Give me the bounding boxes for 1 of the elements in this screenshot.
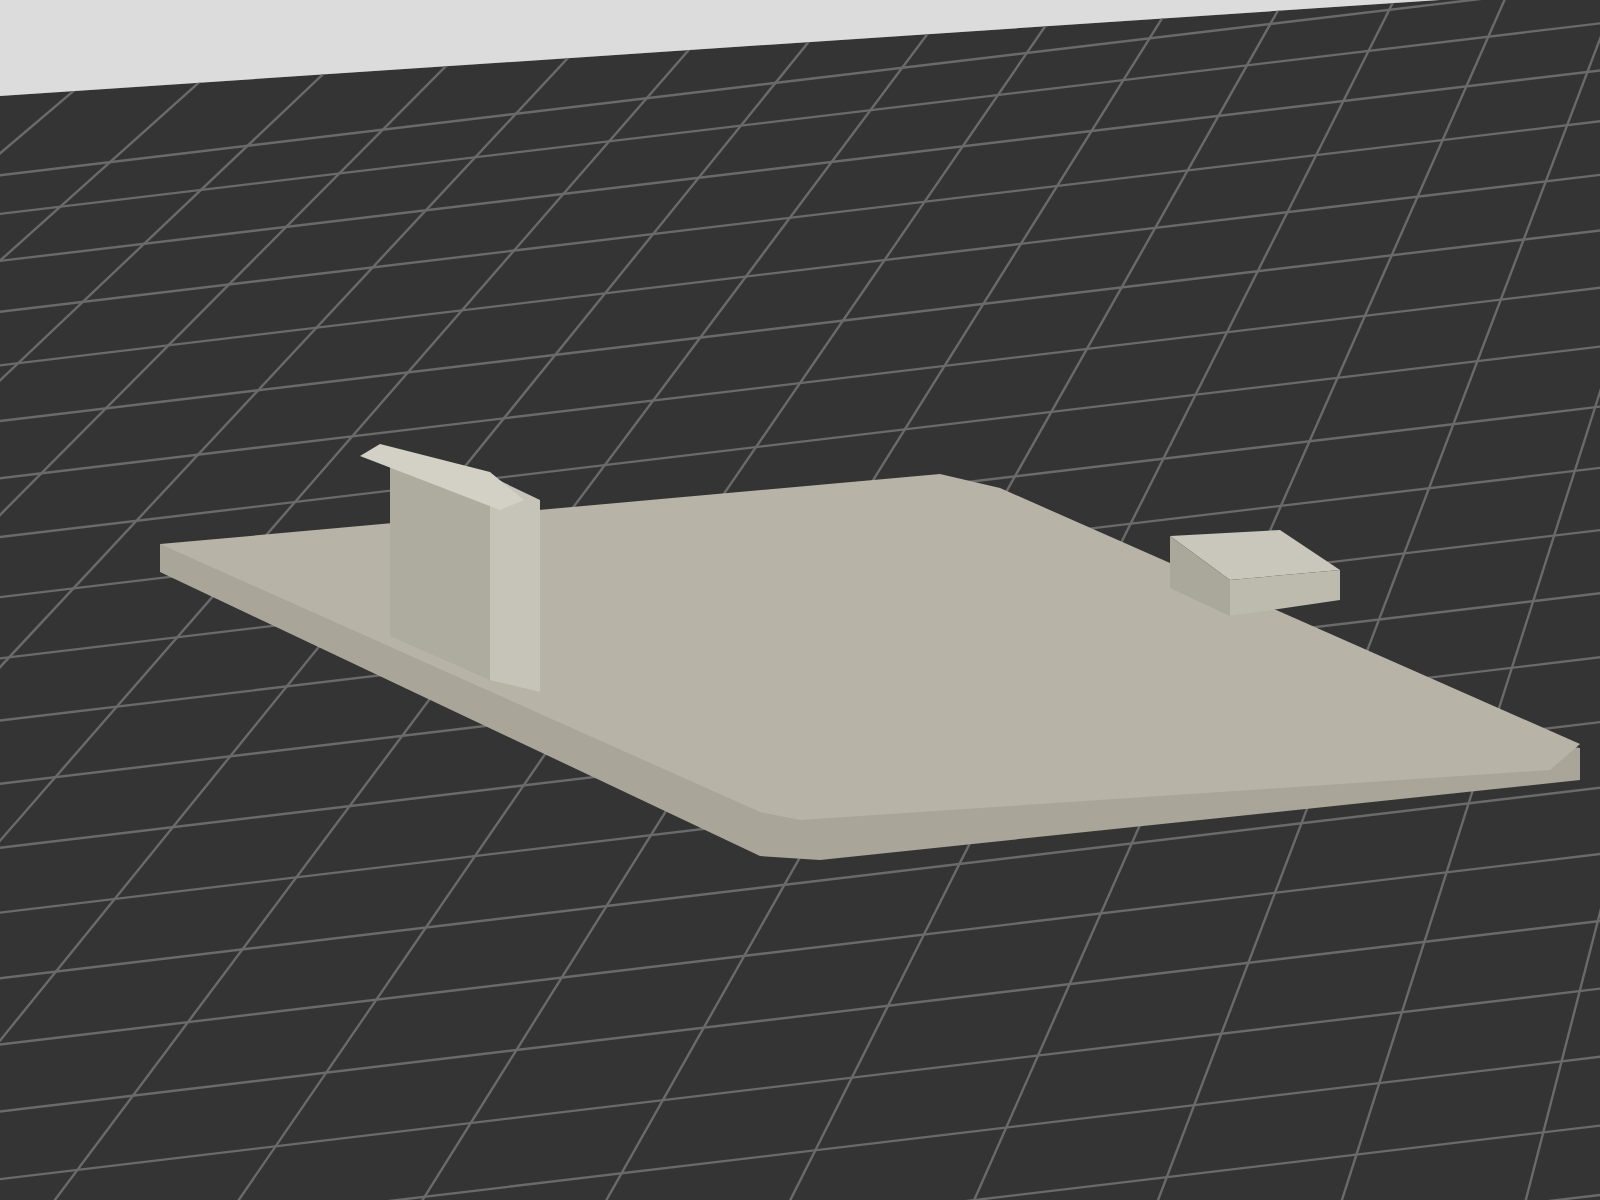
plate-model-drawing[interactable] [160, 444, 1580, 860]
